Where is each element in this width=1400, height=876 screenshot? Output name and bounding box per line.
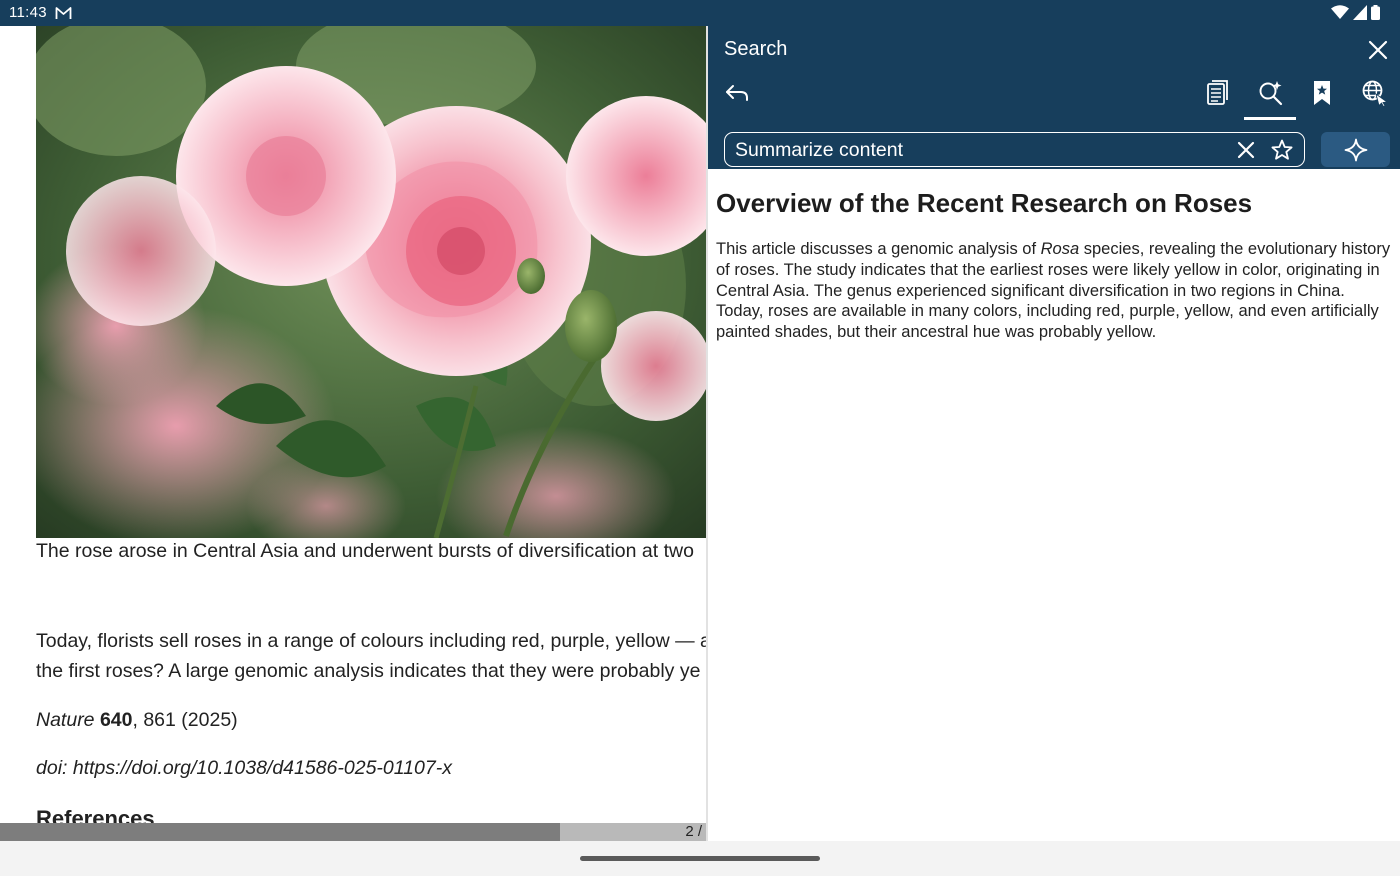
citation-journal: Nature — [36, 709, 95, 731]
article-paragraph-line-2: the first roses? A large genomic analysi… — [36, 660, 701, 682]
search-box — [724, 132, 1305, 167]
result-title: Overview of the Recent Research on Roses — [716, 188, 1253, 218]
panel-title: Search — [724, 38, 788, 60]
battery-icon — [1371, 5, 1380, 20]
close-icon[interactable] — [1366, 38, 1390, 62]
rose-photo — [36, 26, 706, 538]
page-indicator: 2 / — [685, 823, 702, 840]
back-arrow-icon[interactable] — [724, 81, 750, 105]
image-caption: The rose arose in Central Asia and under… — [36, 540, 694, 562]
globe-translate-icon — [1362, 80, 1388, 106]
article-paragraph-line-1: Today, florists sell roses in a range of… — [36, 630, 706, 652]
active-tab-indicator — [1244, 117, 1296, 120]
doi-link[interactable]: doi: https://doi.org/10.1038/d41586-025-… — [36, 757, 452, 780]
search-input[interactable] — [735, 137, 1215, 163]
citation-volume: 640 — [99, 709, 133, 731]
search-panel: Search Summarize content Overview of the… — [706, 26, 1400, 841]
reading-progress-fill — [0, 823, 560, 841]
app-root: 11:43 The rose arose in Central Asia and… — [0, 0, 1400, 876]
citation: Nature 640, 861 (2025) — [36, 709, 238, 732]
result-body: This article discusses a genomic analysi… — [716, 239, 1396, 343]
result-body-text-1: This article discusses a genomic analysi… — [716, 240, 1041, 258]
tab-ai-search[interactable] — [1244, 74, 1296, 120]
wifi-icon — [1331, 5, 1349, 19]
gmail-icon — [55, 7, 72, 19]
sparkle-icon — [1344, 138, 1368, 162]
ai-summarize-button[interactable] — [1321, 132, 1390, 167]
bookmark-star-icon — [1314, 81, 1330, 105]
navigation-bar — [0, 841, 1400, 876]
result-body-italic: Rosa — [1040, 240, 1080, 258]
status-bar: 11:43 — [0, 0, 1400, 26]
status-time: 11:43 — [9, 4, 47, 21]
reader-view[interactable]: The rose arose in Central Asia and under… — [0, 26, 706, 841]
status-icons — [1331, 5, 1380, 20]
favorite-star-icon[interactable] — [1270, 138, 1294, 162]
home-gesture-handle[interactable] — [580, 856, 820, 861]
reading-progress-bar[interactable]: 2 / — [0, 823, 706, 841]
citation-rest: , 861 (2025) — [132, 709, 238, 731]
tab-document[interactable] — [1192, 74, 1244, 120]
tab-web-translate[interactable] — [1348, 74, 1400, 120]
rose-photo-image — [36, 26, 706, 538]
search-panel-header: Search — [708, 26, 1400, 169]
sparkle-search-icon — [1259, 81, 1283, 106]
signal-icon — [1353, 5, 1367, 20]
search-result: Overview of the Recent Research on Roses… — [716, 188, 1396, 343]
document-icon — [1207, 80, 1228, 105]
clear-search-icon[interactable] — [1236, 140, 1256, 160]
tab-bookmarks[interactable] — [1296, 74, 1348, 120]
